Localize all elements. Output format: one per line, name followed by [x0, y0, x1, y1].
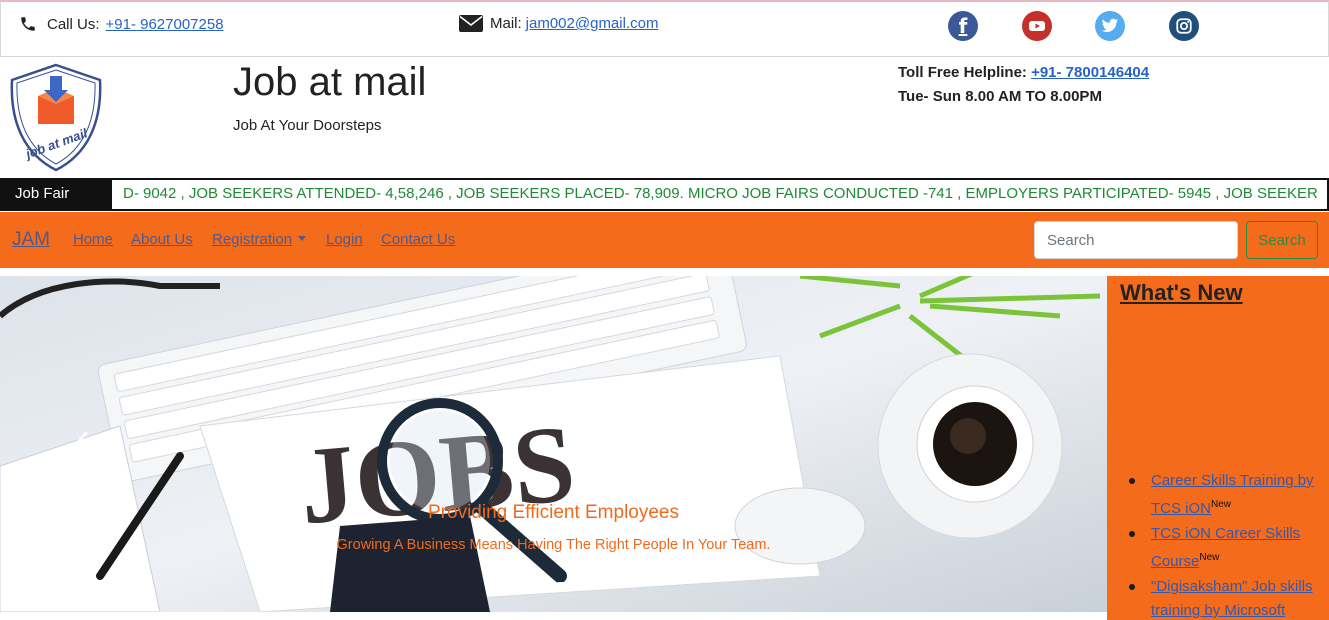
youtube-glyph [1029, 21, 1045, 31]
carousel-caption-title: Providing Efficient Employees [428, 502, 679, 523]
twitter-icon[interactable] [1095, 11, 1125, 41]
site-logo[interactable]: job at mail [6, 62, 106, 174]
mail-icon [459, 15, 483, 32]
chevron-down-icon [298, 236, 307, 241]
helpline-label: Toll Free Helpline: [898, 64, 1027, 81]
call-us-label: Call Us: [47, 15, 100, 33]
nav-login[interactable]: Login [326, 231, 363, 248]
nav-registration-dropdown[interactable]: Registration [212, 231, 307, 248]
whats-new-list: Career Skills Training by TCS iONNew TCS… [1129, 469, 1325, 620]
youtube-icon[interactable] [1022, 11, 1052, 41]
carousel-caption-subtitle: Growing A Business Means Having The Righ… [336, 537, 771, 553]
hero-image: JOBS [0, 276, 1107, 612]
news-link-tcs-career-skills-course[interactable]: TCS iON Career Skills Course [1151, 525, 1300, 570]
top-contact-bar: Call Us: +91- 9627007258 Mail: jam002@gm… [0, 0, 1329, 57]
phone-icon [21, 17, 35, 31]
carousel-indicator[interactable] [522, 582, 552, 585]
email-link[interactable]: jam002@gmail.com [526, 15, 659, 32]
ticker-label: Job Fair [2, 180, 112, 209]
list-item: "Digisaksham" Job skills training by Mic… [1129, 575, 1325, 620]
site-title: Job at mail [233, 60, 427, 104]
nav-contact-us[interactable]: Contact Us [381, 231, 455, 248]
list-item: TCS iON Career Skills CourseNew [1129, 522, 1325, 574]
carousel-indicator[interactable] [486, 582, 516, 585]
new-badge: New [1199, 552, 1220, 563]
instagram-glyph [1176, 18, 1192, 34]
nav-about-us[interactable]: About Us [131, 231, 193, 248]
main-navbar: JAM Home About Us Registration Login Con… [0, 212, 1329, 268]
ticker-marquee-text: D- 9042 , JOB SEEKERS ATTENDED- 4,58,246… [123, 185, 1318, 202]
job-fair-ticker: Job Fair D- 9042 , JOB SEEKERS ATTENDED-… [0, 178, 1329, 211]
mail-label: Mail: [490, 15, 522, 32]
search-button[interactable]: Search [1246, 221, 1318, 259]
hero-carousel: JOBS [0, 276, 1107, 612]
logo-shield-icon: job at mail [10, 63, 102, 172]
navbar-brand[interactable]: JAM [12, 229, 50, 251]
news-link-digisaksham[interactable]: "Digisaksham" Job skills training by Mic… [1151, 578, 1313, 619]
news-link-tcs-career-skills-training[interactable]: Career Skills Training by TCS iON [1151, 472, 1314, 517]
nav-registration-label: Registration [212, 231, 293, 248]
helpline-number-link[interactable]: +91- 7800146404 [1031, 64, 1149, 81]
twitter-bird [1101, 18, 1119, 32]
facebook-icon[interactable]: f [948, 11, 978, 41]
helpline-row: Toll Free Helpline: +91- 7800146404 [898, 61, 1149, 85]
carousel-indicator-active[interactable] [558, 582, 588, 585]
phone-link[interactable]: +91- 9627007258 [106, 16, 224, 33]
new-badge: New [1211, 499, 1232, 510]
whats-new-panel: What's New Career Skills Training by TCS… [1107, 276, 1329, 620]
helpline-hours: Tue- Sun 8.00 AM TO 8.00PM [898, 88, 1102, 105]
helpline-info: Toll Free Helpline: +91- 7800146404 Tue-… [898, 61, 1149, 109]
carousel-prev-icon[interactable] [68, 428, 98, 458]
whats-new-title: What's New [1120, 280, 1243, 305]
nav-home[interactable]: Home [73, 231, 113, 248]
list-item: Career Skills Training by TCS iONNew [1129, 469, 1325, 521]
call-us: Call Us: +91- 9627007258 [19, 15, 224, 33]
search-input[interactable] [1034, 221, 1238, 259]
carousel-indicators [486, 582, 624, 585]
carousel-next-icon[interactable] [1009, 428, 1039, 458]
carousel-indicator[interactable] [594, 582, 624, 585]
instagram-icon[interactable] [1169, 11, 1199, 41]
site-tagline: Job At Your Doorsteps [233, 117, 382, 134]
mail-contact: Mail: jam002@gmail.com [459, 15, 658, 32]
